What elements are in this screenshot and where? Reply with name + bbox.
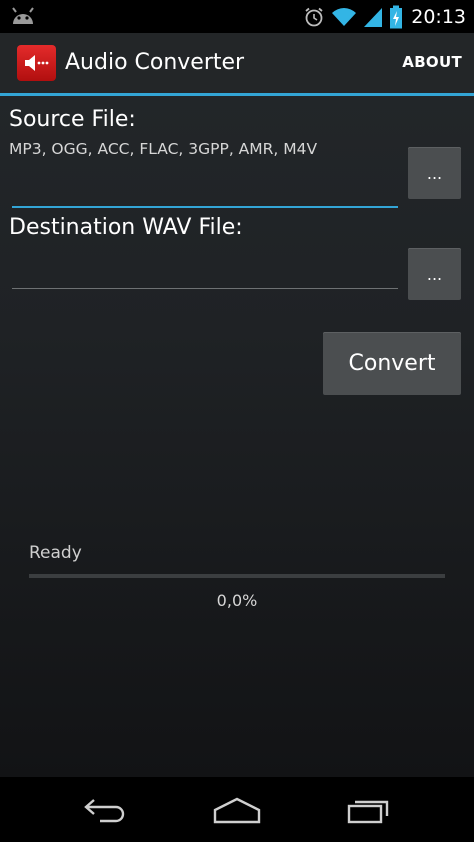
source-browse-button[interactable]: ... (408, 147, 461, 199)
progress-bar (29, 574, 445, 578)
navigation-bar (0, 777, 474, 842)
source-formats-hint: MP3, OGG, ACC, FLAC, 3GPP, AMR, M4V (9, 140, 318, 158)
status-clock: 20:13 (411, 5, 466, 28)
convert-button[interactable]: Convert (323, 332, 461, 395)
android-icon (10, 6, 36, 26)
app-title: Audio Converter (65, 50, 245, 75)
source-file-label: Source File: (9, 107, 136, 132)
destination-file-input[interactable] (12, 262, 398, 289)
app-content: Audio Converter ABOUT Source File: MP3, … (0, 33, 474, 777)
signal-icon (363, 6, 383, 28)
home-icon[interactable] (207, 793, 267, 827)
wifi-icon (331, 6, 357, 28)
source-file-input[interactable] (12, 180, 398, 208)
status-bar: 20:13 (0, 0, 474, 33)
destination-browse-button[interactable]: ... (408, 248, 461, 300)
about-button[interactable]: ABOUT (402, 53, 462, 71)
action-bar: Audio Converter ABOUT (0, 33, 474, 96)
speaker-icon (17, 45, 56, 81)
alarm-icon (303, 6, 325, 28)
destination-file-label: Destination WAV File: (9, 215, 243, 240)
progress-percent: 0,0% (216, 591, 258, 610)
back-icon[interactable] (75, 793, 135, 827)
battery-charging-icon (389, 5, 403, 29)
status-text: Ready (29, 543, 82, 563)
recent-apps-icon[interactable] (339, 793, 399, 827)
